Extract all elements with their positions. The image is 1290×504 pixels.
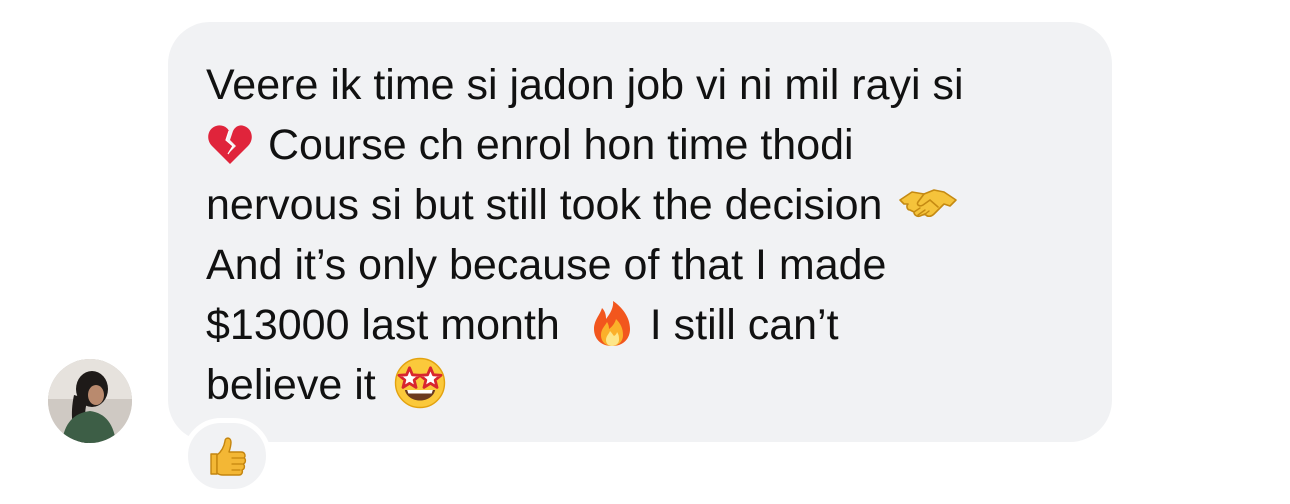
message-line-6: believe it <box>206 355 1082 415</box>
message-bubble[interactable]: Veere ik time si jadon job vi ni mil ray… <box>168 22 1112 442</box>
message-line-1: Veere ik time si jadon job vi ni mil ray… <box>206 55 1082 115</box>
message-text: Course ch enrol hon time thodi <box>268 121 854 169</box>
thumbs-up-icon <box>210 437 247 476</box>
message-text: I still can’t <box>649 301 839 349</box>
message-text: nervous si but still took the decision <box>206 181 883 229</box>
message-line-5: $13000 last month I still can’t <box>206 295 1082 355</box>
message-line-4: And it’s only because of that I made <box>206 235 1082 295</box>
handshake-icon <box>898 180 958 228</box>
avatar-image <box>48 359 132 443</box>
message-text: Veere ik time si jadon job vi ni mil ray… <box>206 61 964 109</box>
broken-heart-icon <box>206 120 254 168</box>
message-text: $13000 last month <box>206 301 560 349</box>
star-struck-icon <box>392 355 448 411</box>
message-text: And it’s only because of that I made <box>206 241 887 289</box>
reaction-badge[interactable] <box>183 418 271 494</box>
message-line-3: nervous si but still took the decision <box>206 175 1082 235</box>
fire-icon <box>588 300 636 348</box>
message-text: believe it <box>206 361 376 409</box>
avatar[interactable] <box>48 359 132 443</box>
message-line-2: Course ch enrol hon time thodi <box>206 115 1082 175</box>
